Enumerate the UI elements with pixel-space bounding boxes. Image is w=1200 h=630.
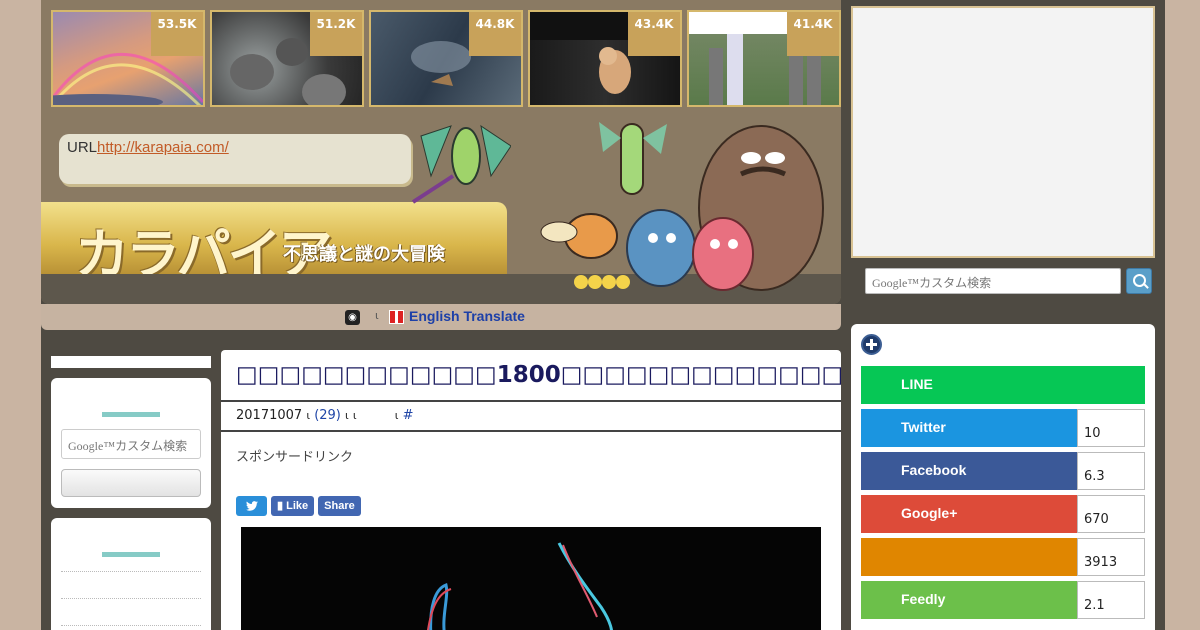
- separator: ι: [375, 309, 379, 322]
- logo-banner[interactable]: カラパイア 不思議と謎の大冒険: [41, 202, 507, 286]
- share-count: 3913: [1077, 538, 1145, 576]
- share-label[interactable]: Feedly: [861, 581, 1077, 619]
- left-sidebar: Google™カスタム検索: [51, 356, 211, 630]
- share-label[interactable]: Twitter: [861, 409, 1077, 447]
- list-divider: [61, 625, 201, 626]
- url-box: URLhttp://karapaia.com/: [59, 134, 411, 184]
- sidebar-search-button[interactable]: [61, 469, 201, 497]
- left-search-box: Google™カスタム検索: [51, 378, 211, 508]
- thumb-2[interactable]: 51.2K: [210, 10, 364, 107]
- url-label: URL: [67, 139, 98, 156]
- share-row[interactable]: 3913: [861, 538, 1145, 576]
- comments-link[interactable]: (29): [314, 408, 341, 423]
- thumb-count: 44.8K: [469, 12, 521, 56]
- share-row[interactable]: LINE: [861, 366, 1145, 404]
- globe-icon[interactable]: ◉: [345, 310, 360, 325]
- thumb-count: 51.2K: [310, 12, 362, 56]
- mascot-characters-illustration: [540, 122, 824, 291]
- thumb-count: 53.5K: [151, 12, 203, 56]
- twitter-bird-icon: [245, 501, 258, 511]
- thumb-5[interactable]: 41.4K: [687, 10, 841, 107]
- separator: ι: [306, 409, 311, 422]
- thumb-4[interactable]: 43.4K: [528, 10, 682, 107]
- site-tagline: 不思議と謎の大冒険: [283, 244, 445, 265]
- english-translate-link[interactable]: English Translate: [409, 308, 525, 324]
- share-row[interactable]: Twitter 10: [861, 409, 1145, 447]
- header-search-input[interactable]: Google™カスタム検索: [865, 268, 1121, 294]
- facebook-share-button[interactable]: Share: [318, 496, 361, 516]
- list-divider: [61, 598, 201, 599]
- thumb-count: 43.4K: [628, 12, 680, 56]
- share-count: 6.3: [1077, 452, 1145, 490]
- share-counts-panel: LINE Twitter 10 Facebook 6.3 Google+ 670 3913 Fe…: [851, 324, 1155, 630]
- title-divider: [221, 400, 841, 402]
- thumbs-up-icon: ▮: [277, 500, 284, 512]
- article-title[interactable]: □□□□□□□□□□□□1800□□□□□□□□□□□□□□□□□□□□: [236, 362, 841, 388]
- section-accent: [102, 412, 160, 417]
- left-top-bar: [51, 356, 211, 368]
- share-row[interactable]: Feedly 2.1: [861, 581, 1145, 619]
- separator: ι: [345, 409, 349, 422]
- butterfly-character-illustration: [411, 124, 511, 204]
- share-label[interactable]: Facebook: [861, 452, 1077, 490]
- share-count: 10: [1077, 409, 1145, 447]
- twitter-share-button[interactable]: [236, 496, 267, 516]
- share-buttons: ▮ Like Share: [236, 496, 361, 516]
- share-label[interactable]: LINE: [861, 366, 1145, 404]
- thumb-count: 41.4K: [787, 12, 839, 56]
- left-list-box: [51, 518, 211, 630]
- separator: ι: [394, 409, 399, 422]
- article-image: [241, 527, 821, 630]
- article-date: 20171007: [236, 408, 303, 423]
- article-main: □□□□□□□□□□□□1800□□□□□□□□□□□□□□□□□□□□ 201…: [221, 350, 841, 630]
- share-count: 670: [1077, 495, 1145, 533]
- sidebar-search-input[interactable]: Google™カスタム検索: [61, 429, 201, 459]
- list-divider: [61, 571, 201, 572]
- article-meta: 20171007 ι (29) ι ι ι #: [236, 408, 414, 423]
- ad-slot: [851, 6, 1155, 258]
- section-accent: [102, 552, 160, 557]
- facebook-like-button[interactable]: ▮ Like: [271, 496, 315, 516]
- hash-link[interactable]: #: [403, 408, 414, 423]
- share-row[interactable]: Google+ 670: [861, 495, 1145, 533]
- site-header: 53.5K 51.2K 44.8K 43.4K 41.4K URLhttp://…: [41, 0, 841, 304]
- thumb-1[interactable]: 53.5K: [51, 10, 205, 107]
- uk-flag-icon: [389, 310, 404, 324]
- translate-bar: ◉ ι English Translate: [41, 304, 841, 330]
- share-label[interactable]: [861, 538, 1077, 576]
- search-button[interactable]: [1126, 268, 1152, 294]
- like-label: Like: [286, 500, 309, 512]
- share-label[interactable]: Google+: [861, 495, 1077, 533]
- share-count: 2.1: [1077, 581, 1145, 619]
- plus-icon[interactable]: [861, 334, 882, 355]
- separator: ι: [352, 409, 357, 422]
- site-url-link[interactable]: http://karapaia.com/: [97, 139, 229, 156]
- popular-thumbs: 53.5K 51.2K 44.8K 43.4K 41.4K: [51, 10, 841, 107]
- sponsored-link-label: スポンサードリンク: [236, 450, 354, 465]
- jellyfish-photo-icon: [427, 542, 613, 630]
- meta-divider: [221, 430, 841, 432]
- share-row[interactable]: Facebook 6.3: [861, 452, 1145, 490]
- thumb-3[interactable]: 44.8K: [369, 10, 523, 107]
